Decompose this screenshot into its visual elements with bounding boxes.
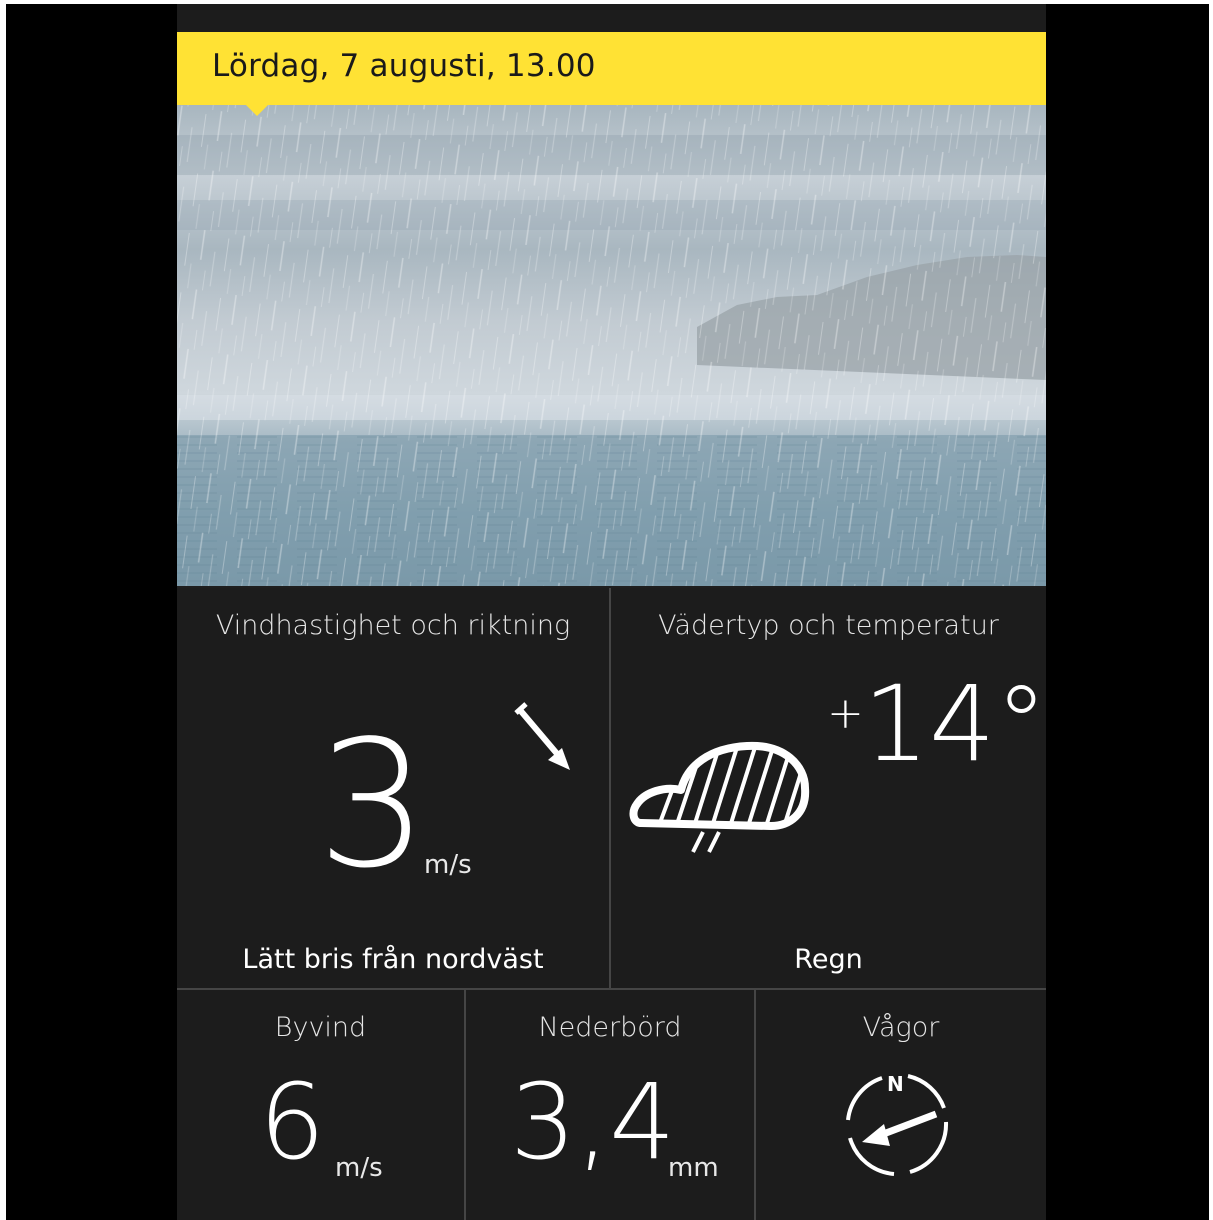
weather-photo [177, 105, 1046, 586]
gust-value: 6 [259, 1061, 326, 1183]
frame-edge [0, 0, 6, 1220]
arrow-down-right-icon [514, 702, 570, 770]
weather-app: Lördag, 7 augusti, 13.00 Vindhastighet o… [177, 4, 1046, 1220]
gust-unit: m/s [335, 1153, 383, 1183]
wind-description: Lätt bris från nordväst [242, 944, 544, 975]
weather-description: Regn [794, 944, 863, 975]
frame-edge [1209, 0, 1213, 1220]
rain-cloud-icon [629, 741, 810, 853]
temperature-value: 14° [863, 663, 1046, 785]
wind-speed-value: 3 [317, 704, 429, 907]
gust-panel[interactable]: Byvind 6 m/s [177, 990, 464, 1220]
waves-panel[interactable]: Vågor N [756, 990, 1046, 1220]
date-pointer-icon [245, 104, 269, 116]
precipitation-unit: mm [668, 1153, 719, 1183]
temperature-sign: + [827, 688, 864, 739]
wind-panel[interactable]: Vindhastighet och riktning 3 m/s Lätt br… [177, 588, 609, 988]
date-header[interactable]: Lördag, 7 augusti, 13.00 [177, 32, 1046, 105]
wind-speed-unit: m/s [424, 850, 472, 880]
precipitation-panel[interactable]: Nederbörd 3,4 mm [466, 990, 754, 1220]
weather-title: Vädertyp och temperatur [658, 610, 999, 641]
wind-title: Vindhastighet och riktning [215, 610, 571, 641]
precipitation-value: 3,4 [510, 1061, 676, 1183]
precipitation-title: Nederbörd [538, 1012, 682, 1043]
compass-north-label: N [887, 1072, 904, 1096]
weather-panel[interactable]: Vädertyp och temperatur + 14° Regn [611, 588, 1046, 988]
top-strip [177, 4, 1046, 32]
waves-title: Vågor [862, 1012, 940, 1043]
date-time-label: Lördag, 7 augusti, 13.00 [212, 48, 596, 84]
rain-sea-illustration [177, 105, 1046, 586]
gust-title: Byvind [274, 1012, 367, 1043]
screen: Lördag, 7 augusti, 13.00 Vindhastighet o… [0, 0, 1213, 1220]
